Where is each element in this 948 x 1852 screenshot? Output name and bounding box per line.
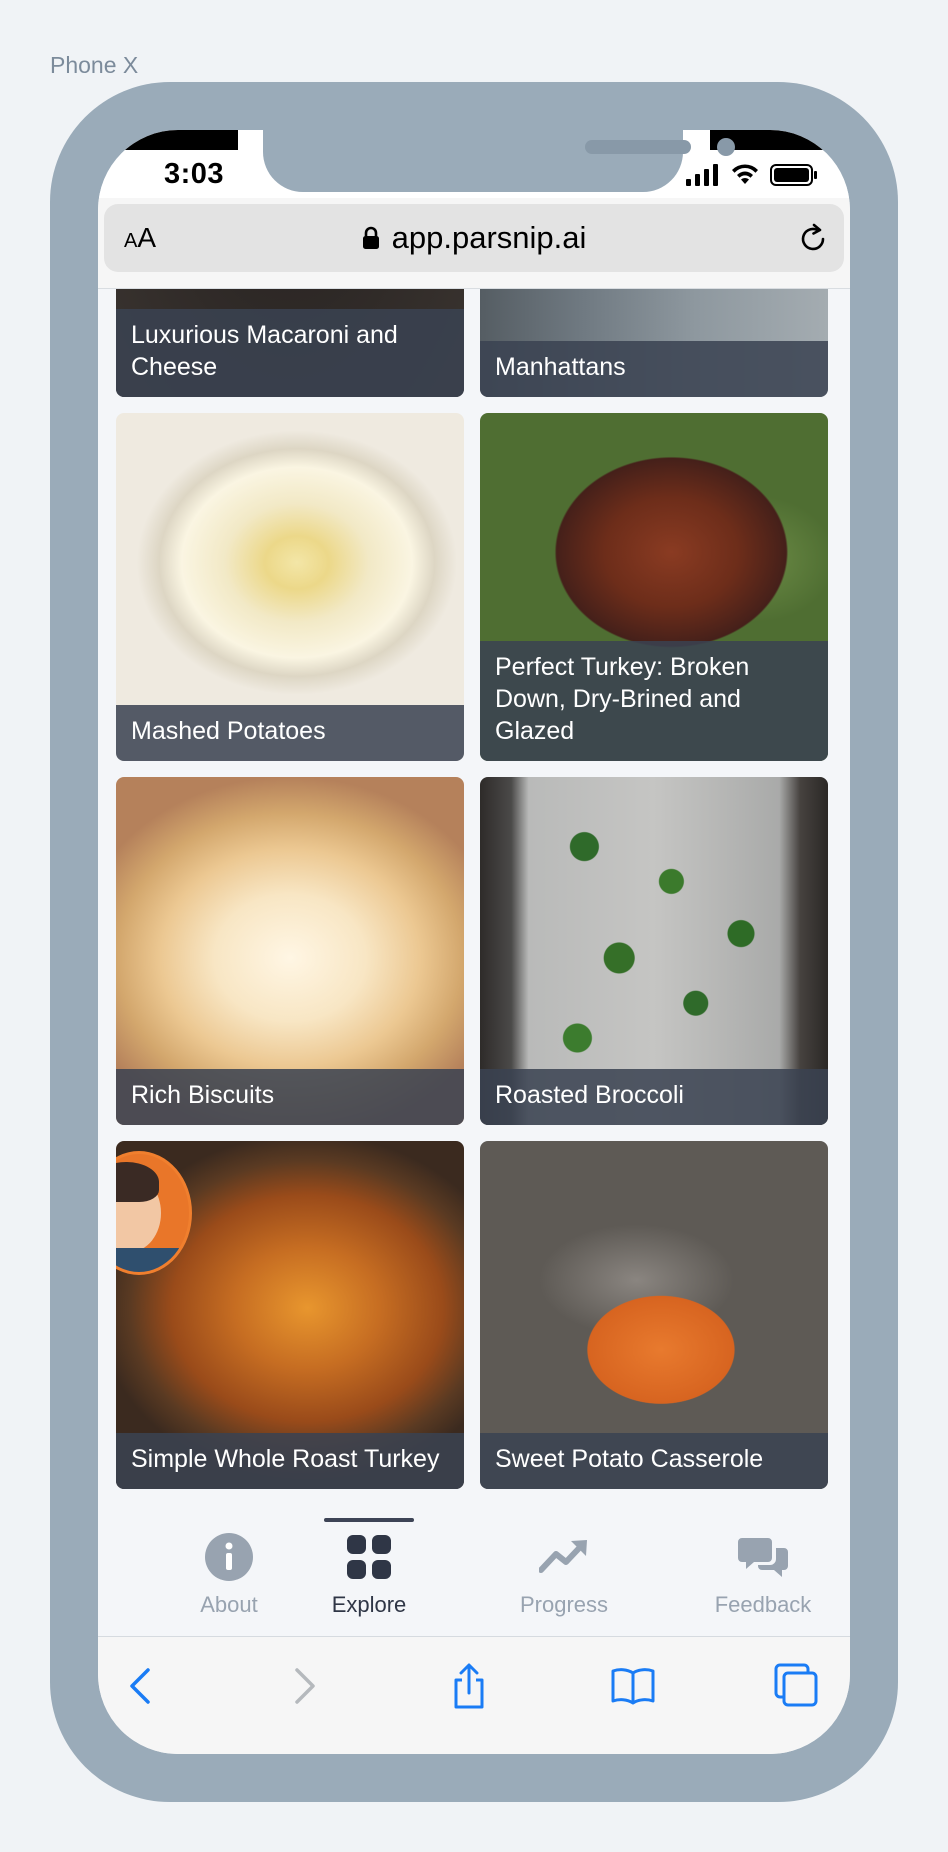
tab-explore[interactable]: Explore — [284, 1532, 454, 1618]
url-text: app.parsnip.ai — [391, 220, 587, 255]
chef-avatar — [116, 1151, 192, 1275]
active-tab-indicator — [324, 1518, 414, 1522]
recipe-card[interactable]: Luxurious Macaroni and Cheese — [116, 289, 464, 397]
browser-address-area: AA app.parsnip.ai — [98, 198, 850, 289]
chat-bubbles-icon — [738, 1538, 788, 1577]
phone-frame: 3:03 AA app.parsnip.ai Luxurious Macaron… — [50, 82, 898, 1802]
url-display[interactable]: app.parsnip.ai — [104, 219, 844, 257]
recipe-title: Sweet Potato Casserole — [480, 1433, 828, 1489]
recipe-card[interactable]: Sweet Potato Casserole — [480, 1141, 828, 1489]
back-icon[interactable] — [118, 1663, 164, 1709]
recipe-card[interactable]: Simple Whole Roast Turkey — [116, 1141, 464, 1489]
recipe-card[interactable]: Roasted Broccoli — [480, 777, 828, 1125]
recipe-grid: Luxurious Macaroni and Cheese Manhattans… — [98, 289, 850, 1518]
recipe-card[interactable]: Mashed Potatoes — [116, 413, 464, 761]
phone-screen: 3:03 AA app.parsnip.ai Luxurious Macaron… — [98, 130, 850, 1754]
tab-progress[interactable]: Progress — [479, 1532, 649, 1618]
app-tab-bar: About Explore Progress Feedback — [98, 1518, 850, 1637]
wifi-icon — [732, 164, 758, 184]
recipe-title: Simple Whole Roast Turkey — [116, 1433, 464, 1489]
recipe-title: Rich Biscuits — [116, 1069, 464, 1125]
share-icon[interactable] — [446, 1663, 492, 1709]
recipe-title: Manhattans — [480, 341, 828, 397]
recipe-card[interactable]: Perfect Turkey: Broken Down, Dry-Brined … — [480, 413, 828, 761]
tabs-icon[interactable] — [774, 1663, 820, 1709]
status-time: 3:03 — [164, 158, 225, 190]
recipe-title: Perfect Turkey: Broken Down, Dry-Brined … — [480, 641, 828, 761]
notch — [263, 130, 735, 192]
recipe-title: Mashed Potatoes — [116, 705, 464, 761]
reload-icon[interactable] — [796, 222, 830, 256]
trending-up-icon — [539, 1540, 587, 1573]
recipe-title: Luxurious Macaroni and Cheese — [116, 309, 464, 397]
recipe-title: Roasted Broccoli — [480, 1069, 828, 1125]
bookmarks-icon[interactable] — [610, 1663, 656, 1709]
address-bar[interactable]: AA app.parsnip.ai — [104, 204, 844, 272]
lock-icon — [362, 226, 379, 249]
battery-icon — [770, 164, 817, 186]
front-camera — [717, 138, 735, 156]
grid-icon — [347, 1535, 391, 1579]
cellular-signal-icon — [686, 164, 718, 186]
recipe-card[interactable]: Rich Biscuits — [116, 777, 464, 1125]
recipe-card[interactable]: Manhattans — [480, 289, 828, 397]
device-label: Phone X — [50, 52, 139, 78]
browser-toolbar — [98, 1637, 850, 1754]
status-bar: 3:03 — [98, 130, 850, 198]
info-icon — [205, 1533, 253, 1581]
tab-feedback[interactable]: Feedback — [678, 1532, 848, 1618]
speaker-grille — [585, 140, 691, 154]
forward-icon[interactable] — [281, 1663, 327, 1709]
